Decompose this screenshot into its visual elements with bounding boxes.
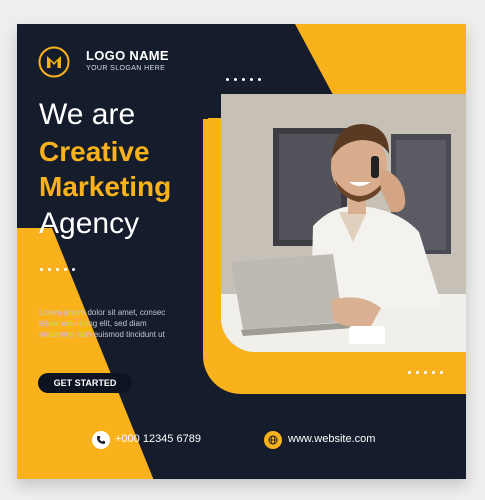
decorative-dots-left xyxy=(40,268,75,271)
body-line: nonummy nibh euismod tincidunt ut xyxy=(39,330,165,339)
website-link[interactable]: www.website.com xyxy=(288,433,375,445)
body-line: tetuer adipiscing elit, sed diam xyxy=(39,319,147,328)
agency-photo xyxy=(221,94,466,352)
phone-icon xyxy=(92,431,110,449)
body-copy: Lorem ipsum dolor sit amet, consec tetue… xyxy=(39,307,189,340)
decorative-dots-top xyxy=(226,78,261,81)
body-line: Lorem ipsum dolor sit amet, consec xyxy=(39,308,166,317)
decorative-dots-right xyxy=(408,371,443,374)
social-post-card: LOGO NAME YOUR SLOGAN HERE We are Creati… xyxy=(17,24,466,479)
headline-marketing: Marketing xyxy=(39,171,172,202)
logo-name: LOGO NAME xyxy=(86,48,169,63)
get-started-button[interactable]: GET STARTED xyxy=(38,373,132,393)
slogan: YOUR SLOGAN HERE xyxy=(86,65,166,72)
globe-icon xyxy=(264,431,282,449)
man-on-phone-illustration xyxy=(221,94,466,352)
brand-logo-icon xyxy=(38,46,70,78)
headline-we-are: We are xyxy=(39,98,136,131)
headline-agency: Agency xyxy=(39,207,140,240)
headline-creative: Creative xyxy=(39,136,150,167)
phone-number: +000 12345 6789 xyxy=(115,433,201,445)
yellow-accent-top xyxy=(295,24,466,94)
